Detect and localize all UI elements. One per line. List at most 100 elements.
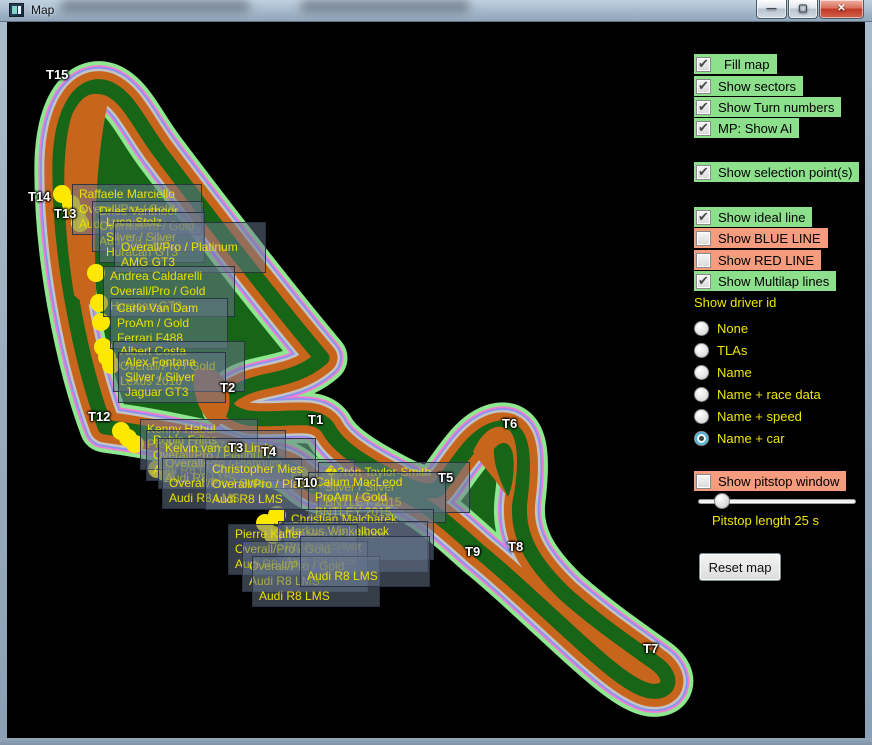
driver-label-line: Silver / Silver bbox=[125, 370, 219, 385]
checkbox: ✔ bbox=[696, 100, 711, 115]
driver-label-line: Alex Fontana bbox=[125, 355, 219, 370]
driver-label-line: Overall/Pro / Gold bbox=[249, 559, 361, 574]
turn-label-t13: T13 bbox=[54, 206, 76, 221]
checkbox-label: Show sectors bbox=[718, 79, 796, 94]
turn-label-t7: T7 bbox=[643, 641, 658, 656]
driver-label-line: Overall/Pro / Gold bbox=[169, 476, 295, 491]
radio-option-name-race-data[interactable]: Name + race data bbox=[694, 384, 821, 404]
checkbox-row-fill-map[interactable]: ✔ Fill map bbox=[694, 54, 777, 74]
car-position-dot bbox=[98, 348, 116, 366]
maximize-button[interactable]: ▢ bbox=[788, 0, 818, 19]
driver-label-line: Audi R8 LMS bbox=[165, 471, 309, 486]
driver-label-line bbox=[307, 554, 423, 569]
driver-label: Christian MalcharekProAm / PlatinumAudi … bbox=[284, 509, 434, 560]
checkbox-label: Show Turn numbers bbox=[718, 100, 834, 115]
driver-label-line: Kelvin van der Linde bbox=[165, 441, 309, 456]
driver-label: Kelvin van der LindeOverall/Pro / Platin… bbox=[158, 438, 316, 489]
driver-label: Andrea CaldarelliOverall/Pro / GoldHurac… bbox=[103, 266, 235, 317]
radio-unselected bbox=[694, 409, 709, 424]
driver-label-line: Audi R8 LMS bbox=[212, 492, 348, 507]
car-position-dot bbox=[148, 460, 166, 478]
driver-label-line: Jaguar GT3 bbox=[125, 385, 219, 400]
driver-label: Overall/Pro / GoldAudi R8 LMS bbox=[242, 541, 368, 592]
driver-label-line: Christopher Mies bbox=[212, 462, 348, 477]
driver-label-line: Overall/Pro / Platinum bbox=[212, 477, 348, 492]
driver-label-line: Audi R8 LMS bbox=[307, 569, 423, 584]
radio-unselected bbox=[694, 365, 709, 380]
close-icon: ✕ bbox=[837, 3, 845, 14]
car-position-dot bbox=[291, 466, 309, 484]
checkbox: ✔ bbox=[696, 274, 711, 289]
driver-label-line: Overall/Pro / Platinum bbox=[153, 448, 279, 463]
checkbox-row-show-red-line[interactable]: Show RED LINE bbox=[694, 250, 821, 270]
turn-label-t12: T12 bbox=[88, 409, 110, 424]
checkbox: ✔ bbox=[696, 79, 711, 94]
checkbox-label: Fill map bbox=[718, 57, 770, 72]
checkbox-row-mp-show-ai[interactable]: ✔MP: Show AI bbox=[694, 118, 799, 138]
driver-label-line: Pierre Kaffer bbox=[235, 527, 351, 542]
driver-label-line: Audi R8 LMS bbox=[285, 554, 421, 569]
radio-option-name-car[interactable]: Name + car bbox=[694, 428, 785, 448]
car-position-dot bbox=[112, 422, 130, 440]
titlebar-smudge bbox=[300, 0, 470, 12]
radio-label: TLAs bbox=[717, 343, 747, 358]
car-position-dot bbox=[119, 429, 137, 447]
pitstop-length-slider-thumb[interactable] bbox=[714, 493, 730, 509]
driver-label-line: Christian Malcharek bbox=[291, 512, 427, 527]
checkbox-row-show-selection-point-s-[interactable]: ✔Show selection point(s) bbox=[694, 162, 859, 182]
checkbox-label: Show pitstop window bbox=[718, 474, 839, 489]
driver-label-line: Carlo Van Dam bbox=[117, 301, 221, 316]
turn-label-t14: T14 bbox=[28, 189, 50, 204]
driver-label-line: Audi R8 LMS bbox=[79, 217, 195, 232]
driver-label-line: Kenny Habul bbox=[147, 422, 251, 437]
driver-label-line: ProAm / Gold bbox=[117, 316, 221, 331]
radio-label: None bbox=[717, 321, 748, 336]
driver-label: Overall/Pro / GoldAudi R8 LMS bbox=[162, 458, 302, 509]
window-title: Map bbox=[31, 3, 54, 17]
driver-label-line: Lexus 2016 bbox=[120, 374, 238, 389]
checkbox-row-show-sectors[interactable]: ✔ Show sectors bbox=[694, 76, 803, 96]
checkbox-row-show-blue-line[interactable]: Show BLUE LINE bbox=[694, 228, 828, 248]
driver-label: Albert CostaOverall/Pro / GoldLexus 2016 bbox=[113, 341, 245, 392]
radio-option-name-speed[interactable]: Name + speed bbox=[694, 406, 802, 426]
car-position-dot bbox=[92, 313, 110, 331]
car-position-dot bbox=[71, 214, 89, 232]
checkbox-label: Show Multilap lines bbox=[718, 274, 829, 289]
radio-option-tlas[interactable]: TLAs bbox=[694, 340, 747, 360]
checkbox-row-show-pitstop-window[interactable]: Show pitstop window bbox=[694, 471, 846, 491]
minimize-button[interactable]: — bbox=[756, 0, 787, 19]
minimize-icon: — bbox=[767, 3, 777, 14]
checkbox: ✔ bbox=[696, 57, 711, 72]
checkbox: ✔ bbox=[696, 121, 711, 136]
driver-label: Pierre KafferOverall/Pro / GoldAudi R8 L… bbox=[228, 524, 358, 575]
driver-label-line: Audi R8 LMS bbox=[259, 589, 373, 604]
checkbox-row-show-multilap-lines[interactable]: ✔ Show Multilap lines bbox=[694, 271, 836, 291]
driver-label-line: Audi R8 LMS bbox=[99, 234, 197, 249]
car-position-dot bbox=[62, 195, 80, 213]
driver-label-line: Silver / Silver bbox=[325, 480, 463, 495]
radio-option-none[interactable]: None bbox=[694, 318, 748, 338]
check-icon: ✔ bbox=[698, 209, 709, 225]
titlebar[interactable]: Map — ▢ ✕ bbox=[0, 0, 872, 22]
radio-unselected bbox=[694, 321, 709, 336]
close-button[interactable]: ✕ bbox=[819, 0, 864, 19]
driver-label-line bbox=[147, 452, 251, 467]
driver-label: Carlo Van DamProAm / GoldFerrari F488 bbox=[110, 298, 228, 349]
checkbox-row-show-ideal-line[interactable]: ✔Show ideal line bbox=[694, 207, 812, 227]
checkbox-row-show-turn-numbers[interactable]: ✔ Show Turn numbers bbox=[694, 97, 841, 117]
driver-label-line bbox=[307, 539, 423, 554]
driver-label-line: Overall/Pro / Platinum bbox=[121, 240, 259, 255]
checkbox bbox=[696, 231, 711, 246]
radio-unselected bbox=[694, 387, 709, 402]
reset-map-button[interactable]: Reset map bbox=[699, 553, 781, 581]
car-position-dot bbox=[264, 526, 282, 544]
driver-label-line: Overall/Pro / Gold bbox=[235, 542, 351, 557]
car-position-dot bbox=[53, 185, 71, 203]
driver-label-line: Ferrari F488 bbox=[117, 331, 221, 346]
radio-option-name[interactable]: Name bbox=[694, 362, 752, 382]
driver-label-line bbox=[259, 574, 373, 589]
turn-label-t2: T2 bbox=[220, 380, 235, 395]
turn-label-t4: T4 bbox=[261, 444, 276, 459]
turn-label-t6: T6 bbox=[502, 416, 517, 431]
check-icon: ✔ bbox=[698, 273, 709, 289]
